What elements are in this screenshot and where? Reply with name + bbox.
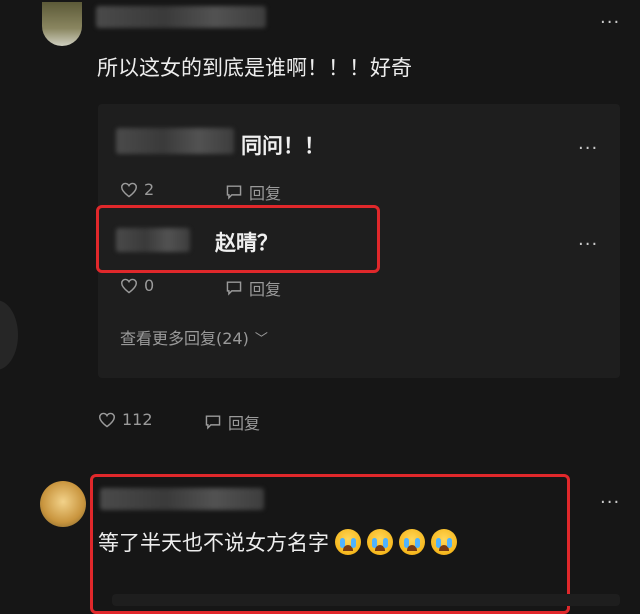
- like-button[interactable]: 112: [98, 410, 153, 429]
- heart-icon: [98, 412, 116, 427]
- reply-username-redacted[interactable]: [116, 228, 190, 252]
- reply-button[interactable]: 回复: [225, 180, 281, 204]
- more-options-icon[interactable]: ···: [600, 494, 620, 512]
- more-options-icon[interactable]: ···: [578, 236, 598, 254]
- avatar[interactable]: [42, 2, 82, 46]
- crying-face-icon: [431, 529, 457, 555]
- view-more-replies-link[interactable]: 查看更多回复(24) ﹀: [120, 325, 268, 349]
- reply-text: 赵晴？: [215, 231, 278, 255]
- chevron-down-icon: ﹀: [254, 331, 268, 347]
- like-count: 2: [144, 180, 155, 199]
- like-button[interactable]: 2: [120, 180, 154, 199]
- side-nav-button[interactable]: [0, 300, 18, 370]
- comment-text: 等了半天也不说女方名字: [98, 531, 329, 555]
- crying-face-icon: [367, 529, 393, 555]
- replies-panel: [112, 594, 620, 606]
- reply-username-redacted[interactable]: [116, 128, 234, 154]
- reply-bubble-icon: [205, 415, 221, 430]
- comment-text: 所以这女的到底是谁啊！！！好奇: [97, 56, 412, 80]
- like-button[interactable]: 0: [120, 276, 154, 295]
- heart-icon: [120, 278, 138, 293]
- like-count: 112: [122, 410, 153, 429]
- heart-icon: [120, 182, 138, 197]
- avatar[interactable]: [40, 481, 86, 527]
- crying-face-icon: [335, 529, 361, 555]
- crying-face-icon: [399, 529, 425, 555]
- username-redacted[interactable]: [96, 6, 266, 28]
- username-redacted[interactable]: [100, 488, 264, 510]
- like-count: 0: [144, 276, 155, 295]
- more-options-icon[interactable]: ···: [600, 14, 620, 32]
- reply-text: 同问！！: [241, 134, 325, 158]
- reply-button[interactable]: 回复: [225, 276, 281, 300]
- comment-text-row: 等了半天也不说女方名字: [98, 527, 457, 557]
- reply-bubble-icon: [226, 281, 242, 296]
- reply-button[interactable]: 回复: [204, 410, 260, 434]
- reply-bubble-icon: [226, 185, 242, 200]
- more-options-icon[interactable]: ···: [578, 140, 598, 158]
